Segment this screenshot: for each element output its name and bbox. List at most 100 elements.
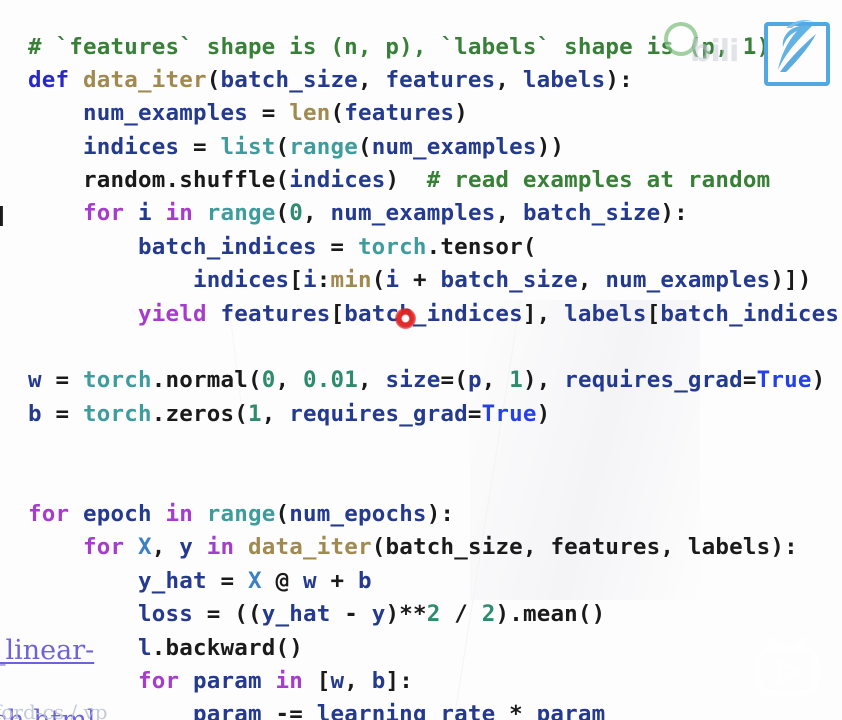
code-token: labels (522, 66, 606, 93)
code-token: , (357, 66, 386, 93)
code-token: torch (357, 233, 427, 260)
code-token: num_examples (330, 200, 496, 227)
code-token: 2 (481, 601, 496, 628)
code-token: num_examples (605, 267, 771, 294)
code-line: y_hat = X @ w + b (0, 565, 842, 598)
code-token: ( (371, 267, 386, 294)
faded-link-text: ford-cs / vp (0, 700, 108, 720)
code-token: -= (261, 701, 317, 720)
code-token: in (151, 500, 207, 527)
code-token: batch_size (440, 267, 578, 294)
code-token: ( (330, 100, 345, 127)
code-line: loss = ((y_hat - y)**2 / 2).mean() (0, 598, 842, 631)
code-token: features (385, 66, 496, 93)
code-token: b (28, 400, 42, 427)
code-token: num_epochs (289, 500, 427, 527)
code-token: b (357, 567, 372, 594)
code-token: w (302, 567, 317, 594)
code-token: def (28, 66, 83, 93)
code-token: batch_size (522, 200, 661, 227)
code-token: 1 (247, 400, 262, 427)
code-line: num_examples = len(features) (0, 97, 842, 130)
code-token: , (577, 267, 606, 294)
code-token: ( (371, 534, 386, 561)
code-token: , (261, 400, 290, 427)
code-token: batch_indices (344, 300, 523, 327)
code-token: True (756, 367, 812, 394)
code-token: in (261, 667, 317, 694)
code-token: ), (522, 367, 565, 394)
code-token: = (41, 367, 83, 394)
code-token: ) (811, 367, 826, 394)
hyperlink-fragment-line-1: _linear- (0, 635, 95, 666)
code-token: 0 (289, 200, 303, 227)
code-token: for (83, 200, 138, 227)
code-token: , (302, 200, 331, 227)
code-token: , (522, 534, 551, 561)
code-line: w = torch.normal(0, 0.01, size=(p, 1), r… (0, 364, 842, 397)
code-token: min (330, 267, 372, 294)
code-token: True (481, 400, 537, 427)
code-token: = (206, 567, 248, 594)
code-token: = (41, 400, 83, 427)
code-token: ( (275, 133, 290, 160)
code-token: 0 (261, 367, 276, 394)
code-token: = (( (192, 601, 262, 628)
code-token: in (151, 200, 207, 227)
code-token: ]: (385, 667, 413, 694)
code-token: .normal( (151, 367, 262, 394)
code-token: num_examples (83, 100, 248, 127)
code-token: len (289, 100, 331, 127)
code-token: requires_grad (564, 367, 743, 394)
code-token: ): (426, 500, 455, 527)
code-line: for epoch in range(num_epochs): (0, 498, 842, 531)
code-token: ) (385, 167, 400, 194)
code-token: range (289, 133, 358, 160)
code-token: list (220, 133, 276, 160)
code-token: i (385, 267, 400, 294)
code-token: * (495, 701, 537, 720)
code-token: torch (83, 400, 152, 427)
code-token: batch_indices (660, 300, 840, 327)
code-token: param (536, 701, 606, 720)
code-token: 1 (509, 367, 523, 394)
code-token: = (316, 233, 358, 260)
code-token: 0.01 (302, 367, 358, 394)
code-token: , (495, 200, 523, 227)
code-token: X (138, 534, 152, 561)
code-line: l.backward() (0, 632, 842, 665)
code-token: y_hat (137, 567, 207, 594)
code-token: # `features` shape is (n, p), `labels` s… (28, 33, 771, 60)
code-token: )** (385, 601, 427, 628)
code-token: ): (770, 534, 798, 561)
code-token: epoch (83, 500, 152, 527)
code-token: ( (206, 66, 221, 93)
code-line: param -= learning_rate * param (0, 698, 842, 720)
code-token: = (467, 400, 482, 427)
code-token: features (550, 534, 661, 561)
code-line: def data_iter(batch_size, features, labe… (0, 64, 842, 97)
code-line: for param in [w, b]: (0, 665, 842, 698)
code-token: in (193, 534, 248, 561)
code-token: .zeros( (151, 400, 248, 427)
code-token: , (151, 534, 180, 561)
python-code-block: # `features` shape is (n, p), `labels` s… (0, 23, 842, 720)
code-token: b (371, 667, 386, 694)
code-token: , (495, 66, 523, 93)
code-line: indices[i:min(i + batch_size, num_exampl… (0, 264, 842, 297)
code-token: + (399, 267, 441, 294)
code-token: ( (275, 500, 290, 527)
code-token: , (481, 367, 510, 394)
code-token: . (165, 167, 180, 194)
code-token: random (83, 167, 166, 194)
code-token: data_iter (248, 534, 372, 561)
code-token: batch_indices (137, 233, 317, 260)
code-token: ).mean() (495, 601, 606, 628)
code-token: = (742, 367, 757, 394)
code-token: =( (440, 367, 468, 394)
code-token: shuffle (179, 167, 276, 194)
code-token: param (192, 667, 262, 694)
code-token: features (344, 100, 455, 127)
